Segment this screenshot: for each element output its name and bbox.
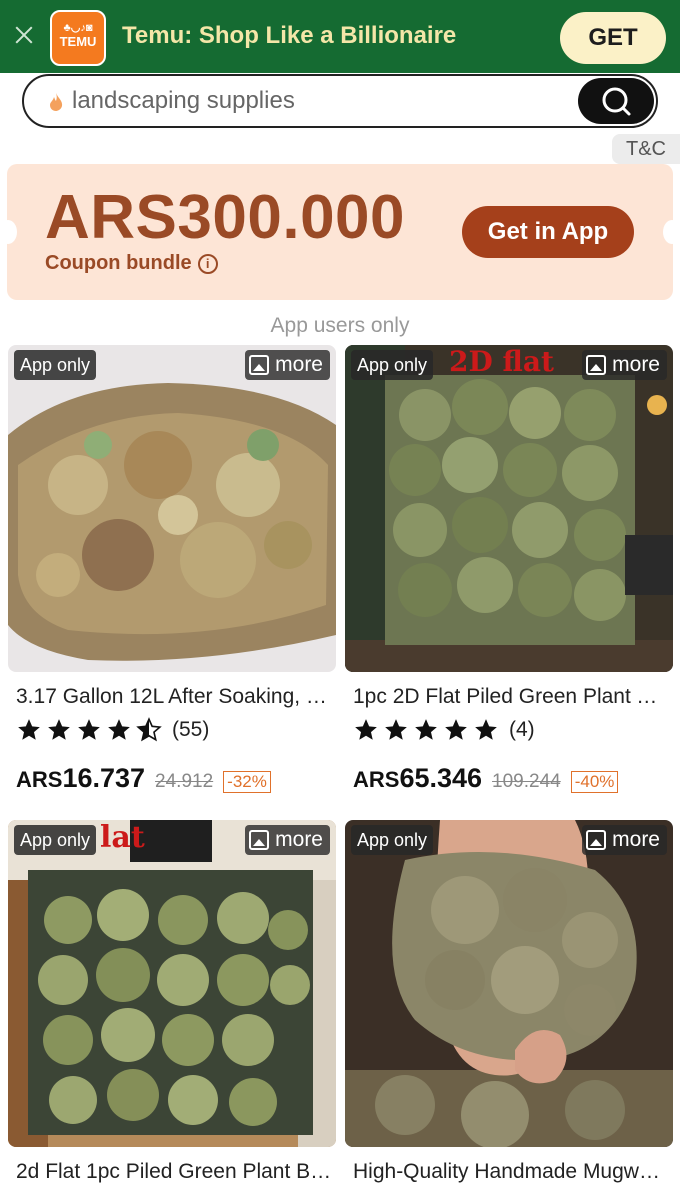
app-only-badge: App only [351,350,434,380]
product-rating: (55) [16,717,209,743]
product-title[interactable]: High-Quality Handmade Mugwort Moxa Floss [353,1160,669,1184]
more-images-button[interactable]: more [245,825,330,855]
coupon-amount: ARS300.000 [45,183,406,252]
star-icon [108,719,130,740]
more-images-button[interactable]: more [582,350,667,380]
product-image[interactable]: 2D flat App only more [345,345,673,672]
app-users-only-label: App users only [270,314,410,337]
more-images-button[interactable]: more [245,350,330,380]
get-app-button[interactable]: GET [560,12,666,64]
close-icon[interactable] [10,22,38,50]
product-title[interactable]: 3.17 Gallon 12L After Soaking, Hydroponi… [16,685,332,709]
more-label: more [275,353,323,376]
price: ARS65.346 [353,763,482,794]
product-image[interactable]: App only more [8,345,336,672]
star-icon [78,719,100,740]
more-label: more [612,353,660,376]
image-icon [586,830,607,850]
rating-count: (55) [172,718,210,741]
price-value: 16.737 [62,763,146,793]
image-icon [249,355,270,375]
coupon-card: ARS300.000 Coupon bundle i Get in App [0,164,680,300]
original-price: 24.912 [155,771,214,792]
get-in-app-button[interactable]: Get in App [462,206,634,258]
price-currency: ARS [16,767,63,792]
search-icon [602,87,631,116]
info-icon[interactable]: i [197,253,218,274]
star-half-icon [136,717,162,742]
product-image[interactable]: lat App only more [8,820,336,1147]
product-rating: (4) [353,717,535,743]
terms-conditions-link[interactable]: T&C [612,134,680,164]
star-icon [48,719,70,740]
app-install-banner: ♣◡♪◙ TEMU Temu: Shop Like a Billionaire … [0,0,680,73]
star-icon [475,719,497,740]
product-image[interactable]: App only more [345,820,673,1147]
search-bar [22,74,658,128]
star-icon [18,719,40,740]
coupon-notch [663,220,680,244]
logo-word: TEMU [59,34,97,49]
star-icon [355,719,377,740]
search-input[interactable] [72,84,572,118]
coupon-notch [0,220,17,244]
banner-title: Temu: Shop Like a Billionaire [122,22,457,49]
product-card[interactable]: 2D flat App only more 1pc 2D Flat Piled … [345,345,673,805]
rating-count: (4) [509,718,535,741]
more-images-button[interactable]: more [582,825,667,855]
product-card[interactable]: App only more 3.17 Gallon 12L After Soak… [8,345,336,805]
image-icon [249,830,270,850]
price-currency: ARS [353,767,400,792]
coupon-label-text: Coupon bundle [45,252,192,274]
logo-glyphs: ♣◡♪◙ [63,22,93,34]
app-only-badge: App only [351,825,434,855]
star-icon [415,719,437,740]
product-card[interactable]: lat App only more 2d Flat 1pc Piled Gree… [8,820,336,1200]
price-row: ARS65.346 109.244 -40% [353,763,619,794]
app-only-badge: App only [14,350,97,380]
temu-logo: ♣◡♪◙ TEMU [50,10,106,66]
image-overlay-text: lat [100,820,145,855]
app-only-badge: App only [14,825,97,855]
price-value: 65.346 [399,763,483,793]
original-price: 109.244 [492,771,561,792]
product-title[interactable]: 1pc 2D Flat Piled Green Plant Throw Blan… [353,685,669,709]
image-icon [586,355,607,375]
coupon-label: Coupon bundle i [45,252,218,275]
more-label: more [275,828,323,851]
discount-badge: -40% [570,771,619,793]
product-card[interactable]: App only more High-Quality Handmade Mugw… [345,820,673,1200]
image-overlay-text: 2D flat [449,345,554,378]
price-row: ARS16.737 24.912 -32% [16,763,271,794]
product-title[interactable]: 2d Flat 1pc Piled Green Plant Blanket Th… [16,1160,332,1184]
star-icon [445,719,467,740]
more-label: more [612,828,660,851]
search-button[interactable] [578,78,654,124]
price: ARS16.737 [16,763,145,794]
star-icon [385,719,407,740]
discount-badge: -32% [223,771,271,793]
flame-icon [50,93,63,111]
